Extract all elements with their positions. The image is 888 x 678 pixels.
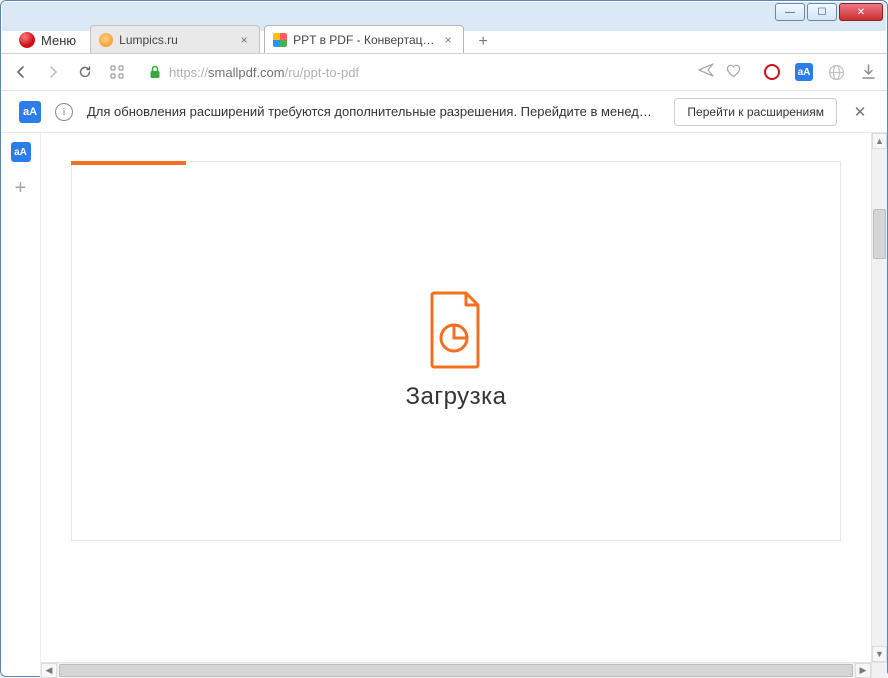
address-actions	[698, 63, 741, 81]
window-titlebar: — ☐ ✕	[1, 1, 887, 23]
sidebar-add-button[interactable]: +	[10, 177, 32, 199]
scroll-right-arrow-icon[interactable]: ▶	[855, 663, 871, 678]
notice-translate-icon: аА	[19, 101, 41, 123]
notice-close-button[interactable]: ✕	[851, 103, 869, 121]
tab-close-button[interactable]: ×	[441, 33, 455, 47]
upload-progress-bar	[71, 161, 186, 165]
tab-smallpdf[interactable]: PPT в PDF - Конвертация ×	[264, 25, 464, 53]
opera-logo-icon	[19, 32, 35, 48]
toolbar-right: аА	[763, 63, 877, 81]
vertical-scroll-thumb[interactable]	[873, 209, 886, 259]
opera-small-icon[interactable]	[763, 63, 781, 81]
notice-info-icon: i	[55, 103, 73, 121]
address-bar[interactable]: https://smallpdf.com/ru/ppt-to-pdf	[139, 58, 751, 86]
content-row: аА + За	[1, 133, 887, 678]
horizontal-scroll-track[interactable]	[57, 663, 855, 678]
smallpdf-favicon-icon	[273, 33, 287, 47]
card-wrapper: Загрузка	[41, 133, 871, 569]
scroll-left-arrow-icon[interactable]: ◀	[41, 663, 57, 678]
tab-label: Lumpics.ru	[119, 33, 231, 47]
new-tab-button[interactable]: +	[470, 31, 496, 53]
window-close-button[interactable]: ✕	[839, 3, 883, 21]
loading-label: Загрузка	[405, 383, 506, 411]
lumpics-favicon-icon	[99, 33, 113, 47]
tab-close-button[interactable]: ×	[237, 33, 251, 47]
scroll-up-arrow-icon[interactable]: ▲	[872, 133, 887, 149]
vertical-scrollbar[interactable]: ▲ ▼	[871, 133, 887, 662]
bookmark-heart-icon[interactable]	[726, 64, 741, 81]
url-protocol: https://	[169, 65, 208, 80]
window-minimize-button[interactable]: —	[775, 3, 805, 21]
vpn-globe-icon[interactable]	[827, 63, 845, 81]
opera-menu-button[interactable]: Меню	[9, 27, 86, 53]
extension-notice-bar: аА i Для обновления расширений требуются…	[1, 91, 887, 133]
download-icon[interactable]	[859, 63, 877, 81]
horizontal-scrollbar[interactable]: ◀ ▶	[41, 662, 871, 678]
lock-icon	[149, 65, 161, 79]
page-content: Загрузка	[41, 133, 871, 662]
page-viewport: Загрузка ▲ ▼ ◀ ▶	[41, 133, 887, 678]
horizontal-scroll-thumb[interactable]	[59, 664, 853, 677]
browser-window: — ☐ ✕ Меню Lumpics.ru × PPT в PDF - Конв…	[0, 0, 888, 677]
translate-extension-icon[interactable]: аА	[795, 63, 813, 81]
window-controls: — ☐ ✕	[775, 3, 883, 21]
notice-go-to-extensions-button[interactable]: Перейти к расширениям	[674, 98, 837, 126]
presentation-file-icon	[426, 291, 486, 369]
notice-text: Для обновления расширений требуются допо…	[87, 104, 660, 119]
nav-back-button[interactable]	[11, 62, 31, 82]
tab-strip: Меню Lumpics.ru × PPT в PDF - Конвертаци…	[1, 23, 887, 53]
opera-menu-label: Меню	[41, 33, 76, 48]
address-toolbar: https://smallpdf.com/ru/ppt-to-pdf аА	[1, 53, 887, 91]
url-path: /ru/ppt-to-pdf	[285, 65, 359, 80]
sidebar-translate-icon[interactable]: аА	[10, 141, 32, 163]
url-text: https://smallpdf.com/ru/ppt-to-pdf	[169, 65, 359, 80]
scrollbar-corner	[871, 662, 887, 678]
nav-reload-button[interactable]	[75, 62, 95, 82]
window-maximize-button[interactable]: ☐	[807, 3, 837, 21]
tab-lumpics[interactable]: Lumpics.ru ×	[90, 25, 260, 53]
left-sidebar: аА +	[1, 133, 41, 678]
scroll-down-arrow-icon[interactable]: ▼	[872, 646, 887, 662]
url-host: smallpdf.com	[208, 65, 285, 80]
nav-forward-button[interactable]	[43, 62, 63, 82]
vertical-scroll-track[interactable]	[872, 149, 887, 646]
send-icon[interactable]	[698, 63, 714, 81]
upload-card: Загрузка	[71, 161, 841, 541]
tab-label: PPT в PDF - Конвертация	[293, 33, 435, 47]
speed-dial-button[interactable]	[107, 62, 127, 82]
